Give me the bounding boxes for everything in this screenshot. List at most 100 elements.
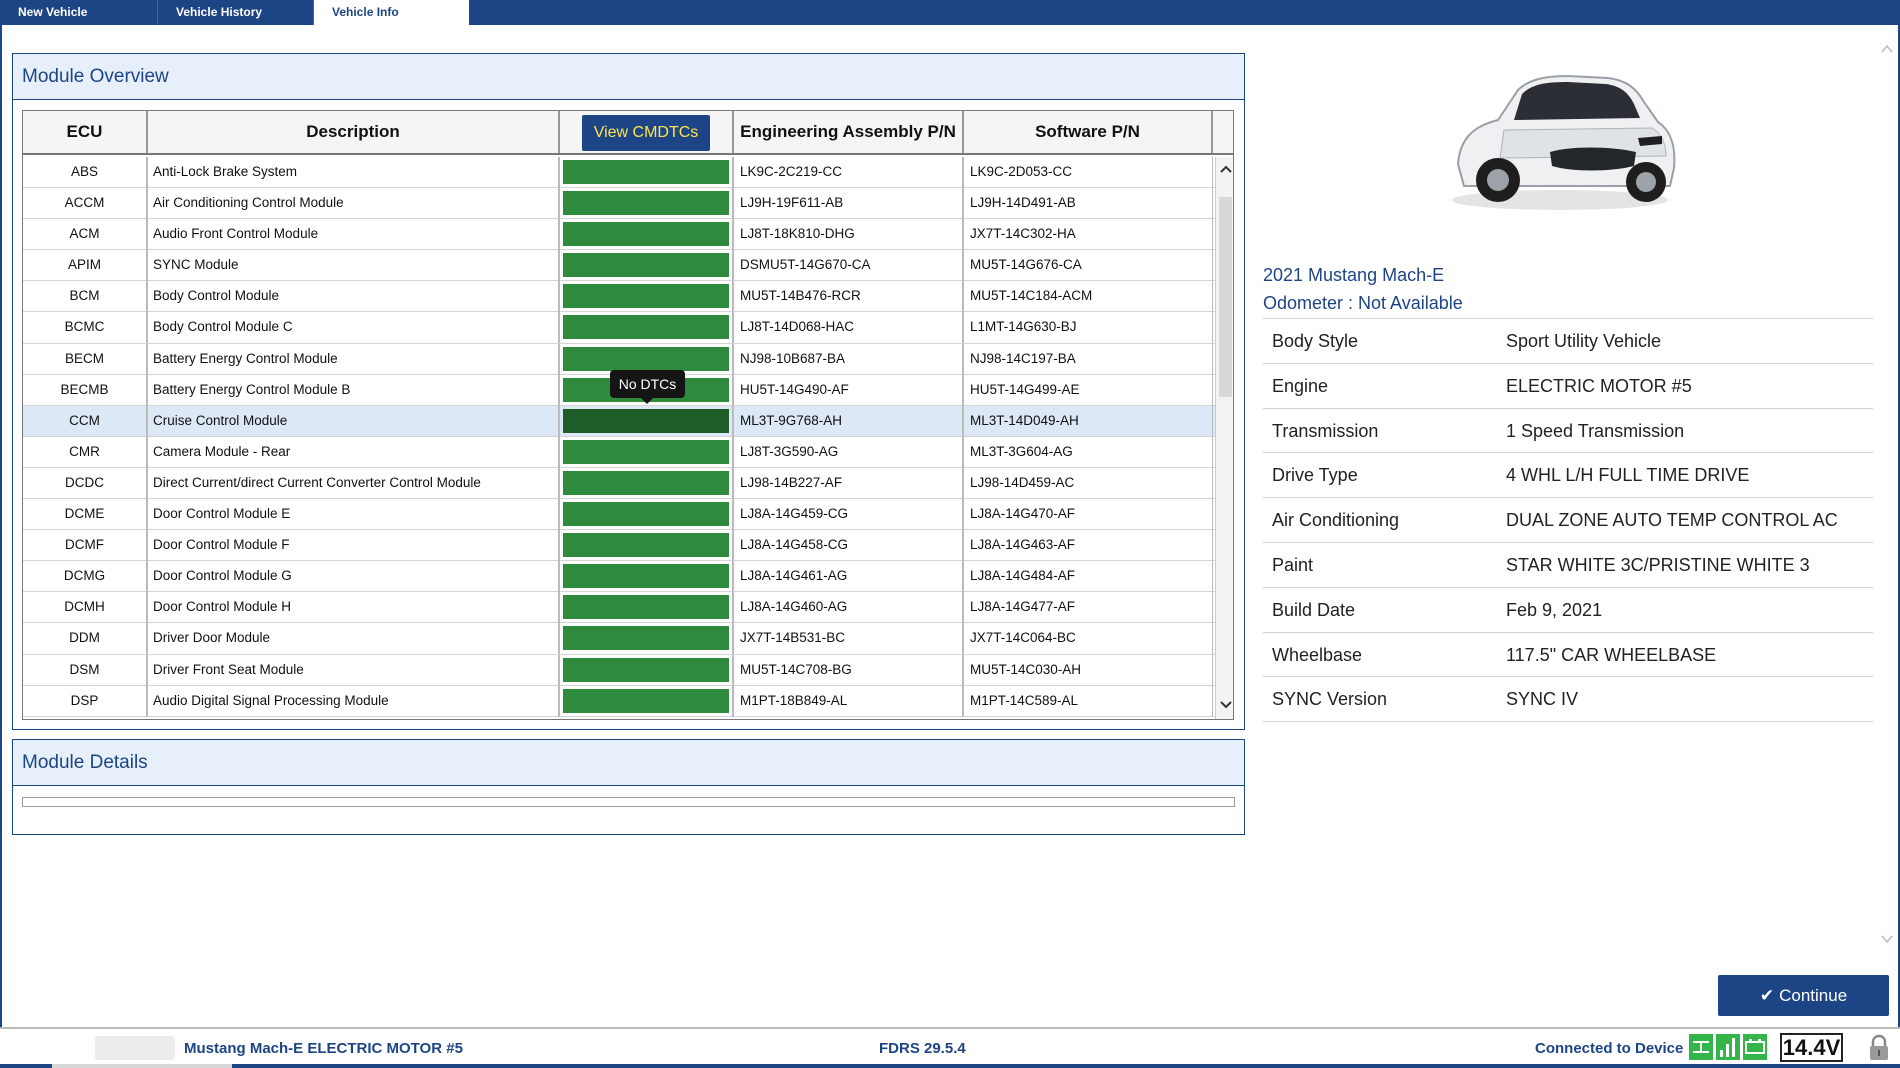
cell-dtc-status[interactable]: [560, 654, 734, 686]
table-row[interactable]: DSP Audio Digital Signal Processing Modul…: [23, 685, 1215, 717]
cell-description: Door Control Module E: [148, 499, 560, 531]
spec-value: 1 Speed Transmission: [1506, 420, 1685, 441]
table-row[interactable]: DCMH Door Control Module H LJ8A-14G460-AG L…: [23, 592, 1215, 624]
table-row[interactable]: ACCM Air Conditioning Control Module LJ9H-…: [23, 188, 1215, 220]
cell-dtc-status[interactable]: [560, 592, 734, 624]
module-table: ECU Description View CMDTCs Engineering …: [22, 110, 1234, 720]
table-row[interactable]: CCM Cruise Control Module ML3T-9G768-AH ML3…: [23, 405, 1215, 437]
table-row[interactable]: ABS Anti-Lock Brake System LK9C-2C219-CC LK…: [23, 157, 1215, 189]
cell-dtc-status[interactable]: [560, 499, 734, 531]
cell-engineering-pn: LJ9H-19F611-AB: [734, 188, 964, 220]
table-row[interactable]: DSM Driver Front Seat Module MU5T-14C708-B…: [23, 654, 1215, 686]
table-row[interactable]: APIM SYNC Module DSMU5T-14G670-CA MU5T-14G6…: [23, 250, 1215, 282]
cell-ecu: BCMC: [23, 312, 148, 344]
cell-engineering-pn: LJ8A-14G459-CG: [734, 499, 964, 531]
tab-vehicle-info[interactable]: Vehicle Info: [314, 0, 469, 25]
cell-dtc-status[interactable]: [560, 157, 734, 188]
dtc-status-bar[interactable]: [563, 315, 729, 340]
dtc-status-bar[interactable]: [563, 595, 729, 620]
spec-row: Engine ELECTRIC MOTOR #5: [1263, 364, 1873, 409]
header-engineering-pn[interactable]: Engineering Assembly P/N: [734, 111, 964, 153]
spec-value: STAR WHITE 3C/PRISTINE WHITE 3: [1506, 554, 1810, 575]
cell-engineering-pn: ML3T-9G768-AH: [734, 405, 964, 437]
cell-description: Driver Front Seat Module: [148, 654, 560, 686]
dtc-status-bar[interactable]: [563, 222, 729, 247]
dtc-status-bar[interactable]: [563, 253, 729, 278]
table-body: ABS Anti-Lock Brake System LK9C-2C219-CC LK…: [23, 157, 1215, 717]
cell-dtc-status[interactable]: [560, 188, 734, 220]
header-ecu[interactable]: ECU: [23, 111, 148, 153]
cell-dtc-status[interactable]: [560, 219, 734, 251]
cell-description: Door Control Module F: [148, 530, 560, 562]
table-row[interactable]: DCMG Door Control Module G LJ8A-14G461-AG L…: [23, 561, 1215, 593]
cell-software-pn: JX7T-14C302-HA: [964, 219, 1213, 251]
cell-engineering-pn: M1PT-18B849-AL: [734, 685, 964, 717]
cell-dtc-status[interactable]: [560, 561, 734, 593]
dtc-status-bar[interactable]: [563, 191, 729, 216]
cell-dtc-status[interactable]: [560, 405, 734, 437]
tab-vehicle-history[interactable]: Vehicle History: [158, 0, 314, 25]
dtc-status-bar[interactable]: [563, 626, 729, 651]
chevron-up-icon[interactable]: [1880, 42, 1894, 56]
cell-description: Body Control Module C: [148, 312, 560, 344]
cell-software-pn: LJ9H-14D491-AB: [964, 188, 1213, 220]
fdrs-window: New Vehicle Vehicle History Vehicle Info…: [0, 0, 1900, 1068]
spec-label: Drive Type: [1272, 465, 1358, 486]
spec-row: Paint STAR WHITE 3C/PRISTINE WHITE 3: [1263, 543, 1873, 588]
cell-engineering-pn: HU5T-14G490-AF: [734, 374, 964, 406]
cell-software-pn: ML3T-3G604-AG: [964, 436, 1213, 468]
table-scrollbar[interactable]: [1215, 157, 1234, 719]
chevron-down-icon[interactable]: [1218, 697, 1234, 713]
cell-dtc-status[interactable]: [560, 530, 734, 562]
cell-description: Camera Module - Rear: [148, 436, 560, 468]
dtc-status-bar[interactable]: [563, 657, 729, 682]
cell-dtc-status[interactable]: [560, 281, 734, 313]
dtc-status-bar[interactable]: [563, 470, 729, 495]
cell-ecu: CCM: [23, 405, 148, 437]
tab-new-vehicle[interactable]: New Vehicle: [0, 0, 158, 25]
dtc-status-bar[interactable]: [563, 502, 729, 527]
dtc-status-bar[interactable]: [563, 439, 729, 464]
table-row[interactable]: BCM Body Control Module MU5T-14B476-RCR MU5…: [23, 281, 1215, 313]
cell-software-pn: M1PT-14C589-AL: [964, 685, 1213, 717]
table-row[interactable]: CMR Camera Module - Rear LJ8T-3G590-AG ML3T…: [23, 436, 1215, 468]
cell-engineering-pn: JX7T-14B531-BC: [734, 623, 964, 655]
chevron-up-icon[interactable]: [1218, 161, 1234, 177]
dtc-status-bar[interactable]: [563, 284, 729, 309]
dtc-status-bar[interactable]: [563, 160, 729, 184]
cell-dtc-status[interactable]: [560, 467, 734, 499]
table-row[interactable]: BCMC Body Control Module C LJ8T-14D068-HAC…: [23, 312, 1215, 344]
cell-ecu: BECM: [23, 343, 148, 375]
table-row[interactable]: DCME Door Control Module E LJ8A-14G459-CG L…: [23, 499, 1215, 531]
view-cmdtcs-button[interactable]: View CMDTCs: [582, 115, 710, 151]
continue-button[interactable]: ✔ Continue: [1718, 975, 1889, 1016]
header-software-pn[interactable]: Software P/N: [964, 111, 1213, 153]
cell-dtc-status[interactable]: [560, 436, 734, 468]
cell-description: Body Control Module: [148, 281, 560, 313]
cell-dtc-status[interactable]: [560, 685, 734, 717]
module-details-panel: Module Details: [12, 739, 1245, 835]
spec-label: Wheelbase: [1272, 644, 1363, 665]
table-row[interactable]: DCDC Direct Current/direct Current Conver…: [23, 467, 1215, 500]
table-row[interactable]: DDM Driver Door Module JX7T-14B531-BC JX7T-…: [23, 623, 1215, 655]
cell-dtc-status[interactable]: [560, 250, 734, 282]
dtc-status-bar[interactable]: [563, 564, 729, 589]
spec-value: 117.5" CAR WHEELBASE: [1506, 644, 1717, 665]
table-row[interactable]: ACM Audio Front Control Module LJ8T-18K810…: [23, 219, 1215, 251]
spec-row: Drive Type 4 WHL L/H FULL TIME DRIVE: [1263, 453, 1873, 499]
dtc-status-bar[interactable]: [563, 688, 729, 713]
cell-engineering-pn: DSMU5T-14G670-CA: [734, 250, 964, 282]
table-row[interactable]: DCMF Door Control Module F LJ8A-14G458-CG L…: [23, 530, 1215, 562]
scrollbar-thumb[interactable]: [1219, 197, 1232, 397]
lock-icon[interactable]: [1866, 1034, 1892, 1062]
dtc-status-bar[interactable]: [563, 408, 729, 433]
spec-label: SYNC Version: [1272, 689, 1388, 710]
dtc-status-bar[interactable]: [563, 533, 729, 558]
header-description[interactable]: Description: [148, 111, 560, 153]
dtc-status-bar[interactable]: [563, 346, 729, 371]
network-icon: [1689, 1034, 1713, 1060]
cell-dtc-status[interactable]: [560, 312, 734, 344]
cell-ecu: DSM: [23, 654, 148, 686]
chevron-down-icon[interactable]: [1880, 932, 1894, 946]
cell-dtc-status[interactable]: [560, 623, 734, 655]
